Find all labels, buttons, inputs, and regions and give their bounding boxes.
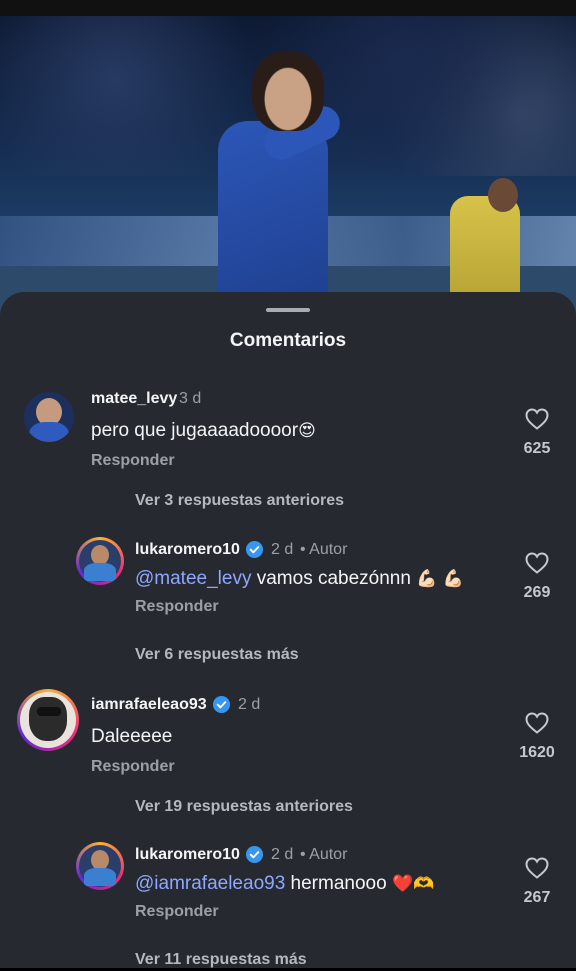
status-bar — [0, 0, 576, 16]
reply-button[interactable]: Responder — [91, 758, 175, 776]
avatar[interactable] — [76, 537, 124, 585]
like-button[interactable]: 1620 — [512, 712, 562, 762]
reply-username[interactable]: lukaromero10 — [135, 541, 240, 559]
mention-link[interactable]: @iamrafaeleao93 — [135, 873, 285, 894]
comment-time: 3 d — [179, 390, 202, 407]
reply-time: 2 d — [271, 541, 294, 558]
like-count: 625 — [523, 440, 551, 457]
like-count: 267 — [523, 889, 551, 906]
verified-badge-icon — [245, 540, 264, 559]
view-replies-link[interactable]: Ver 3 respuestas anteriores — [135, 492, 344, 510]
like-button[interactable]: 267 — [512, 857, 562, 907]
avatar[interactable] — [76, 842, 124, 890]
comment-item: iamrafaeleao93 2 d Daleeeee Responder 16… — [0, 688, 576, 848]
heart-outline-icon — [525, 712, 549, 734]
reply-item: lukaromero10 2 d • Autor @iamrafaeleao93… — [0, 841, 576, 971]
avatar[interactable] — [17, 689, 79, 751]
reply-time: 2 d — [271, 846, 294, 863]
comment-username[interactable]: iamrafaeleao93 — [91, 696, 207, 714]
heart-outline-icon — [525, 552, 549, 574]
like-button[interactable]: 625 — [512, 408, 562, 458]
like-count: 269 — [523, 584, 551, 601]
mention-link[interactable]: @matee_levy — [135, 568, 251, 589]
sheet-title: Comentarios — [229, 330, 347, 351]
author-label: • Autor — [300, 846, 348, 863]
verified-badge-icon — [212, 695, 231, 714]
view-replies-link[interactable]: Ver 19 respuestas anteriores — [135, 798, 353, 816]
goalkeeper-head — [488, 178, 518, 212]
view-more-replies-link[interactable]: Ver 6 respuestas más — [135, 646, 299, 664]
heart-outline-icon — [525, 408, 549, 430]
goalkeeper-figure — [450, 196, 520, 306]
like-count: 1620 — [519, 744, 555, 761]
comment-username[interactable]: matee_levy — [91, 390, 177, 408]
reply-username[interactable]: lukaromero10 — [135, 846, 240, 864]
reply-button[interactable]: Responder — [91, 452, 175, 470]
flexed-biceps-emoji: 💪🏻 💪🏻 — [416, 569, 464, 589]
like-button[interactable]: 269 — [512, 552, 562, 602]
drag-handle[interactable] — [266, 308, 310, 312]
post-photo[interactable] — [0, 16, 576, 316]
heart-hands-emoji: ❤️🫶 — [391, 874, 435, 894]
comments-sheet: Comentarios matee_levy 3 d pero que juga… — [0, 292, 576, 968]
view-more-replies-link[interactable]: Ver 11 respuestas más — [135, 951, 307, 969]
verified-badge-icon — [245, 845, 264, 864]
reply-text: @iamrafaeleao93 hermanooo ❤️🫶 — [135, 873, 435, 894]
reply-button[interactable]: Responder — [135, 598, 219, 616]
reply-text: @matee_levy vamos cabezónnn 💪🏻 💪🏻 — [135, 568, 464, 589]
comment-text: Daleeeee — [91, 726, 173, 747]
heart-outline-icon — [525, 857, 549, 879]
reply-item: lukaromero10 2 d • Autor @matee_levy vam… — [0, 536, 576, 676]
reply-button[interactable]: Responder — [135, 903, 219, 921]
comment-time: 2 d — [238, 696, 261, 713]
player-head — [252, 51, 324, 131]
comment-text: pero que jugaaaadoooor😍 — [91, 420, 316, 441]
avatar[interactable] — [24, 392, 74, 442]
author-label: • Autor — [300, 541, 348, 558]
heart-eyes-emoji: 😍 — [298, 421, 316, 441]
